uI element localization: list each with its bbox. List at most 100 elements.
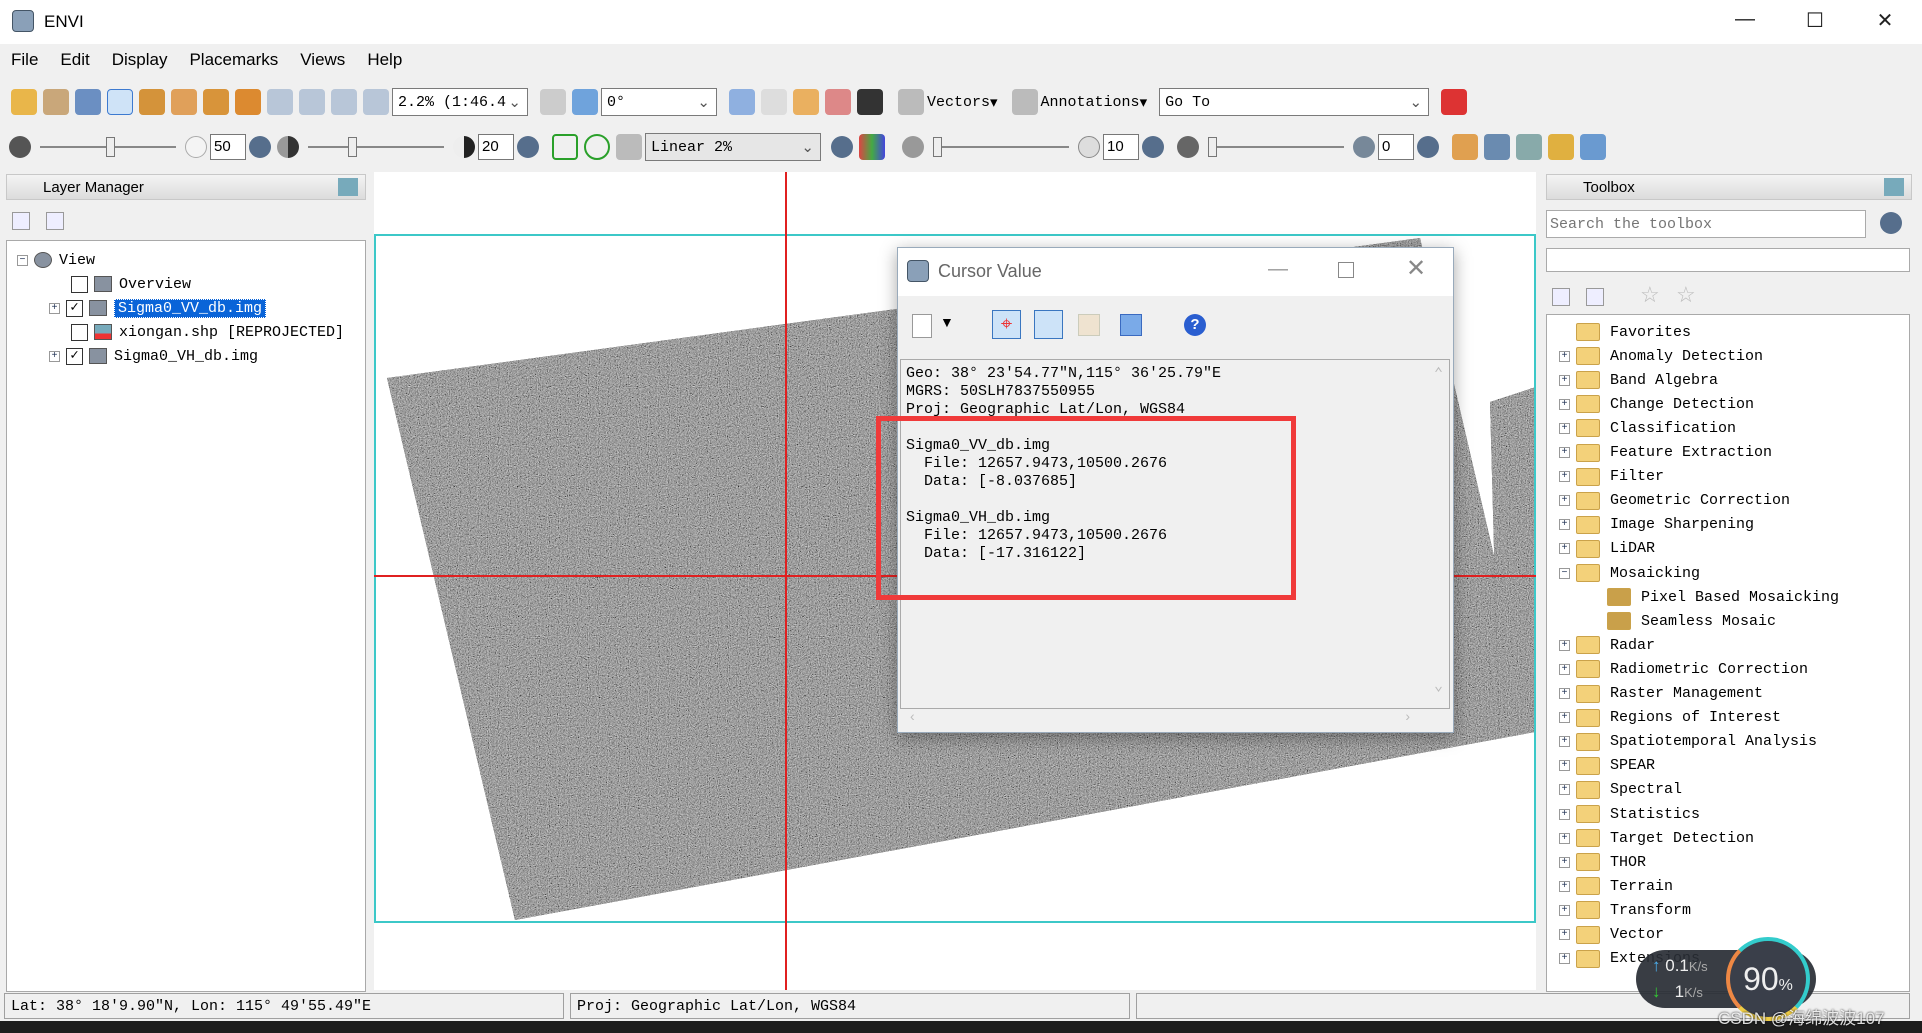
layer-checkbox[interactable]: ✓	[66, 299, 83, 317]
spectral-profile-icon[interactable]	[761, 89, 787, 115]
toolbox-item[interactable]: + Geometric Correction	[1559, 490, 1790, 512]
expand-icon[interactable]: +	[1559, 495, 1570, 507]
goto-combo[interactable]: Go To ⌄	[1159, 88, 1430, 116]
toolbox-item[interactable]: Seamless Mosaic	[1607, 610, 1776, 632]
expand-all-icon[interactable]	[1586, 288, 1604, 306]
collapse-all-icon[interactable]	[1552, 288, 1570, 306]
dialog-minimize-button[interactable]: —	[1268, 258, 1288, 281]
horizontal-scrollbar[interactable]: ‹ ›	[900, 708, 1450, 728]
vectors-button[interactable]: Vectors	[927, 94, 990, 111]
histogram-icon[interactable]	[859, 134, 885, 160]
toolbox-item[interactable]: + Band Algebra	[1559, 369, 1718, 391]
menu-edit[interactable]: Edit	[49, 46, 100, 76]
expand-icon[interactable]: +	[49, 302, 60, 314]
contrast-slider[interactable]	[308, 137, 444, 157]
menu-placemarks[interactable]: Placemarks	[178, 46, 289, 76]
toolbox-item[interactable]: + THOR	[1559, 851, 1646, 873]
toolbox-item[interactable]: + Filter	[1559, 466, 1664, 488]
expand-icon[interactable]: +	[1559, 447, 1570, 458]
view-node[interactable]: View	[59, 252, 95, 269]
expand-icon[interactable]: +	[1559, 856, 1570, 868]
view-blend-icon[interactable]	[1516, 134, 1542, 160]
sharpen-value[interactable]: 10	[1103, 134, 1139, 160]
measure-icon[interactable]	[1452, 134, 1478, 160]
copy-icon[interactable]	[912, 314, 932, 338]
data-manager-icon[interactable]	[43, 89, 69, 115]
toolbox-item[interactable]: + Terrain	[1559, 875, 1673, 897]
expand-icon[interactable]: +	[1559, 880, 1570, 892]
dynamic-stretch-icon[interactable]	[616, 134, 642, 160]
pin-panel-icon[interactable]	[338, 178, 358, 196]
view-swipe-icon[interactable]	[1580, 134, 1606, 160]
grid-icon[interactable]	[1078, 314, 1100, 336]
transparency-slider[interactable]	[1208, 137, 1344, 157]
move-down-icon[interactable]	[46, 212, 64, 230]
toolbox-item[interactable]: + Anomaly Detection	[1559, 345, 1763, 367]
expand-icon[interactable]: +	[49, 350, 60, 362]
layer-checkbox[interactable]: ✓	[66, 347, 83, 365]
expand-icon[interactable]: +	[1559, 929, 1570, 940]
menu-views[interactable]: Views	[289, 46, 356, 76]
crosshair-toggle-icon[interactable]: ⌖	[992, 310, 1021, 339]
layer-item[interactable]: Overview	[119, 276, 191, 293]
toolbox-item[interactable]: + Vector	[1559, 924, 1664, 946]
expand-icon[interactable]: +	[1559, 543, 1570, 555]
toolbox-item[interactable]: Favorites	[1559, 321, 1691, 343]
layer-checkbox[interactable]	[71, 323, 88, 341]
scroll-up-icon[interactable]: ⌃	[1434, 366, 1443, 384]
expand-icon[interactable]: +	[1559, 471, 1570, 483]
expand-icon[interactable]: +	[1559, 808, 1570, 820]
close-button[interactable]: ✕	[1865, 8, 1905, 36]
toolbox-item[interactable]: Pixel Based Mosaicking	[1607, 586, 1839, 608]
toolbox-item[interactable]: − Mosaicking	[1559, 562, 1700, 584]
toolbox-item[interactable]: + Change Detection	[1559, 393, 1754, 415]
scroll-down-icon[interactable]: ⌄	[1434, 678, 1443, 696]
select-arrow-icon[interactable]	[139, 89, 165, 115]
toolbox-item[interactable]: + Classification	[1559, 417, 1736, 439]
expand-icon[interactable]: +	[1559, 519, 1570, 531]
expand-icon[interactable]: +	[1559, 712, 1570, 724]
collapse-icon[interactable]: −	[17, 254, 28, 266]
layer-checkbox[interactable]	[71, 275, 88, 293]
rotate-icon[interactable]	[235, 89, 261, 115]
toolbox-item[interactable]: + Raster Management	[1559, 683, 1763, 705]
expand-icon[interactable]: +	[1559, 688, 1570, 699]
portal-icon[interactable]	[1484, 134, 1510, 160]
transparency-value[interactable]: 0	[1378, 134, 1414, 160]
menu-help[interactable]: Help	[356, 46, 413, 76]
expand-icon[interactable]: +	[1559, 422, 1570, 434]
toolbox-item[interactable]: + Radar	[1559, 634, 1655, 656]
stretch-combo[interactable]: Linear 2% ⌄	[645, 133, 821, 161]
menu-display[interactable]: Display	[101, 46, 179, 76]
expand-icon[interactable]: +	[1559, 904, 1570, 916]
layer-item-selected[interactable]: Sigma0_VV_db.img	[114, 298, 267, 318]
sharpen-slider[interactable]	[933, 137, 1069, 157]
toolbox-item[interactable]: + Radiometric Correction	[1559, 658, 1808, 680]
view-flicker-icon[interactable]	[1548, 134, 1574, 160]
rotate-north-icon[interactable]	[572, 89, 598, 115]
expand-icon[interactable]: +	[1559, 760, 1570, 772]
dialog-maximize-button[interactable]	[1338, 262, 1354, 278]
layer-item[interactable]: Sigma0_VH_db.img	[114, 348, 258, 365]
help-icon[interactable]: ?	[1184, 314, 1206, 336]
layers-icon[interactable]	[1120, 314, 1142, 336]
zoom-combo[interactable]: 2.2% (1:46.4 ⌄	[392, 88, 528, 116]
reset-contrast-icon[interactable]	[517, 136, 539, 158]
rotation-combo[interactable]: 0° ⌄	[601, 88, 717, 116]
expand-icon[interactable]: +	[1559, 832, 1570, 844]
layer-item[interactable]: xiongan.shp [REPROJECTED]	[119, 324, 344, 341]
expand-icon[interactable]: +	[1559, 736, 1570, 748]
zoom-full-icon[interactable]	[363, 89, 389, 115]
link-icon[interactable]	[1034, 310, 1063, 339]
reset-stretch-icon[interactable]	[831, 136, 853, 158]
brightness-slider[interactable]	[40, 137, 176, 157]
pin-panel-icon[interactable]	[1884, 178, 1904, 196]
contrast-value[interactable]: 20	[478, 134, 514, 160]
toolbox-search-input[interactable]	[1546, 210, 1866, 238]
roi-icon[interactable]	[825, 89, 851, 115]
chip-icon[interactable]	[75, 89, 101, 115]
crosshair-icon[interactable]	[793, 89, 819, 115]
toolbox-item[interactable]: + Spatiotemporal Analysis	[1559, 731, 1817, 753]
toolbox-item[interactable]: + Image Sharpening	[1559, 514, 1754, 536]
remove-favorite-icon[interactable]: ☆	[1676, 282, 1696, 308]
